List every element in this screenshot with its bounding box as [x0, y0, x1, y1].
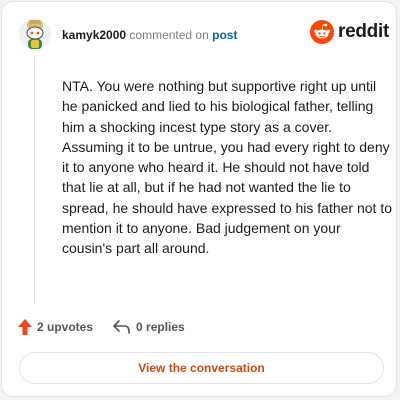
upvote-arrow-icon [18, 319, 32, 335]
upvotes-count: 2 upvotes [37, 320, 94, 334]
reply-button[interactable]: 0 replies [113, 320, 185, 334]
reddit-logo-icon [310, 20, 334, 44]
avatar[interactable] [19, 18, 51, 50]
embedded-comment-card: kamyk2000 commented on post reddit NTA. … [1, 1, 397, 397]
comment-actions: 2 upvotes 0 replies [18, 319, 185, 335]
username-link[interactable]: kamyk2000 [62, 28, 126, 42]
comment-header: kamyk2000 commented on post [62, 27, 237, 43]
reddit-wordmark: reddit [338, 21, 389, 42]
snoo-avatar-icon [19, 18, 51, 50]
upvote-button[interactable]: 2 upvotes [18, 319, 93, 335]
commented-on-text: commented on [129, 28, 209, 42]
replies-count: 0 replies [136, 320, 185, 334]
post-link[interactable]: post [212, 28, 237, 42]
comment-body: NTA. You were nothing but supportive rig… [62, 78, 392, 257]
reply-arrow-icon [113, 320, 130, 334]
reddit-logo[interactable]: reddit [310, 20, 389, 44]
thread-line [34, 56, 35, 304]
view-conversation-button[interactable]: View the conversation [19, 352, 384, 384]
